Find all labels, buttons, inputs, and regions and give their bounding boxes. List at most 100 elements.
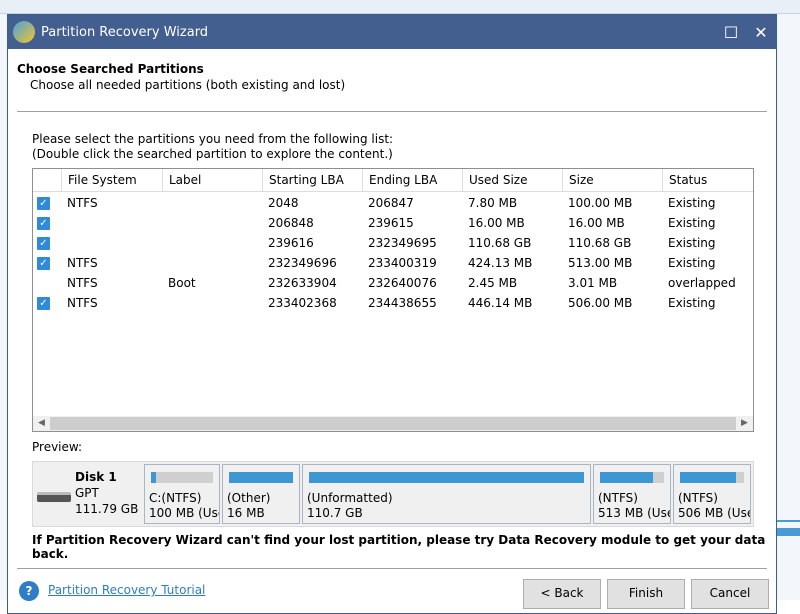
cancel-button[interactable]: Cancel — [691, 579, 769, 609]
maximize-icon[interactable]: ☐ — [716, 23, 746, 42]
cell-used: 110.68 GB — [468, 236, 532, 250]
cell-used: 446.14 MB — [468, 296, 533, 310]
scroll-left-icon[interactable]: ◀ — [33, 416, 50, 431]
usage-fill — [600, 472, 654, 483]
window-title: Partition Recovery Wizard — [41, 24, 209, 40]
row-checkbox[interactable]: ✓ — [37, 256, 50, 270]
column-label[interactable]: Label — [162, 169, 201, 192]
cell-start: 239616 — [268, 236, 314, 250]
partition-block[interactable]: (NTFS)513 MB (Used — [593, 464, 671, 524]
cell-status: Existing — [668, 296, 716, 310]
cell-start: 232633904 — [268, 276, 337, 290]
table-row[interactable]: ✓ 239616 232349695 110.68 GB 110.68 GB Existi… — [33, 233, 753, 253]
divider — [17, 568, 767, 569]
cell-start: 232349696 — [268, 256, 337, 270]
cell-fs: NTFS — [67, 276, 98, 290]
usage-fill — [309, 472, 584, 483]
tutorial-link[interactable]: Partition Recovery Tutorial — [48, 583, 205, 597]
row-checkbox[interactable]: ✓ — [37, 216, 50, 230]
partition-table: File System Label Starting LBA Ending LB… — [32, 168, 754, 432]
partition-name: (NTFS) — [598, 491, 638, 505]
row-checkbox[interactable]: ✓ — [37, 296, 50, 310]
column-size[interactable]: Size — [562, 169, 594, 192]
usage-bar — [229, 472, 293, 483]
cell-size: 100.00 MB — [568, 196, 633, 210]
cell-size: 16.00 MB — [568, 216, 625, 230]
cell-status: Existing — [668, 256, 716, 270]
row-checkbox[interactable]: ✓ — [37, 196, 50, 210]
cell-used: 424.13 MB — [468, 256, 533, 270]
cell-end: 234438655 — [368, 296, 437, 310]
partition-size: 513 MB (Used — [598, 506, 670, 520]
column-file-system[interactable]: File System — [61, 169, 137, 192]
disk-size: 111.79 GB — [75, 502, 139, 516]
cell-start: 206848 — [268, 216, 314, 230]
row-checkbox[interactable]: ✓ — [37, 236, 50, 250]
partition-name: (Unformatted) — [307, 491, 393, 505]
wizard-logo-icon — [13, 21, 35, 43]
cell-status: Existing — [668, 236, 716, 250]
instruction-text: Please select the partitions you need fr… — [32, 132, 394, 146]
page-title: Choose Searched Partitions — [17, 62, 204, 76]
table-row[interactable]: ✓ NTFS 232349696 233400319 424.13 MB 513.00 M… — [33, 253, 753, 273]
partition-size: 16 MB — [227, 506, 265, 520]
table-row[interactable]: ✓ NTFS 233402368 234438655 446.14 MB 506.00 M… — [33, 293, 753, 313]
cell-fs: NTFS — [67, 296, 98, 310]
partition-block[interactable]: (Other) 16 MB — [222, 464, 300, 524]
cell-label: Boot — [168, 276, 196, 290]
cell-fs: NTFS — [67, 196, 98, 210]
cell-used: 2.45 MB — [468, 276, 518, 290]
cell-end: 206847 — [368, 196, 414, 210]
column-used-size[interactable]: Used Size — [462, 169, 527, 192]
table-row[interactable]: NTFS Boot 232633904 232640076 2.45 MB 3.01 MB… — [33, 273, 753, 293]
cell-size: 506.00 MB — [568, 296, 633, 310]
cell-start: 2048 — [268, 196, 299, 210]
disk-info[interactable]: Disk 1 GPT 111.79 GB — [33, 462, 143, 526]
horizontal-scrollbar[interactable]: ◀ ▶ — [33, 416, 753, 431]
usage-bar — [600, 472, 664, 483]
partition-block[interactable]: C:(NTFS)100 MB (Used — [144, 464, 220, 524]
usage-fill — [229, 472, 293, 483]
back-button[interactable]: < Back — [523, 579, 601, 609]
column-ending-lba[interactable]: Ending LBA — [362, 169, 437, 192]
cell-status: Existing — [668, 196, 716, 210]
background-decoration — [777, 520, 800, 522]
disk-type: GPT — [75, 486, 99, 500]
partition-name: (Other) — [227, 491, 271, 505]
cell-status: Existing — [668, 216, 716, 230]
scroll-right-icon[interactable]: ▶ — [736, 416, 753, 431]
hard-disk-icon — [37, 492, 71, 502]
column-status[interactable]: Status — [662, 169, 707, 192]
disk-preview: Disk 1 GPT 111.79 GB C:(NTFS)100 MB (Use… — [32, 461, 754, 527]
cell-end: 232349695 — [368, 236, 437, 250]
instruction-hint: (Double click the searched partition to … — [32, 147, 393, 161]
partition-block[interactable]: (NTFS)506 MB (Used — [673, 464, 751, 524]
usage-bar — [151, 472, 213, 483]
table-row[interactable]: ✓ 206848 239615 16.00 MB 16.00 MB Existing — [33, 213, 753, 233]
partition-recovery-dialog: Partition Recovery Wizard ☐ ✕ Choose Sea… — [7, 14, 777, 614]
cell-size: 513.00 MB — [568, 256, 633, 270]
page-subtitle: Choose all needed partitions (both exist… — [30, 78, 346, 92]
cell-used: 16.00 MB — [468, 216, 525, 230]
partition-size: 100 MB (Used — [149, 506, 219, 520]
cell-size: 110.68 GB — [568, 236, 632, 250]
usage-fill — [680, 472, 737, 483]
divider — [17, 111, 767, 112]
usage-bar — [309, 472, 584, 483]
column-starting-lba[interactable]: Starting LBA — [262, 169, 344, 192]
finish-button[interactable]: Finish — [607, 579, 685, 609]
preview-label: Preview: — [32, 440, 83, 454]
cell-start: 233402368 — [268, 296, 337, 310]
table-row[interactable]: ✓ NTFS 2048 206847 7.80 MB 100.00 MB Existing — [33, 193, 753, 213]
partition-block[interactable]: (Unformatted) 110.7 GB — [302, 464, 591, 524]
usage-fill — [151, 472, 156, 483]
help-icon[interactable]: ? — [19, 581, 39, 601]
scrollbar-thumb[interactable] — [50, 417, 736, 430]
notice-text: If Partition Recovery Wizard can't find … — [32, 533, 766, 561]
partition-size: 506 MB (Used — [678, 506, 750, 520]
close-icon[interactable]: ✕ — [746, 23, 776, 42]
title-bar: Partition Recovery Wizard ☐ ✕ — [8, 15, 776, 49]
cell-end: 232640076 — [368, 276, 437, 290]
disk-name: Disk 1 — [75, 470, 117, 484]
cell-size: 3.01 MB — [568, 276, 618, 290]
